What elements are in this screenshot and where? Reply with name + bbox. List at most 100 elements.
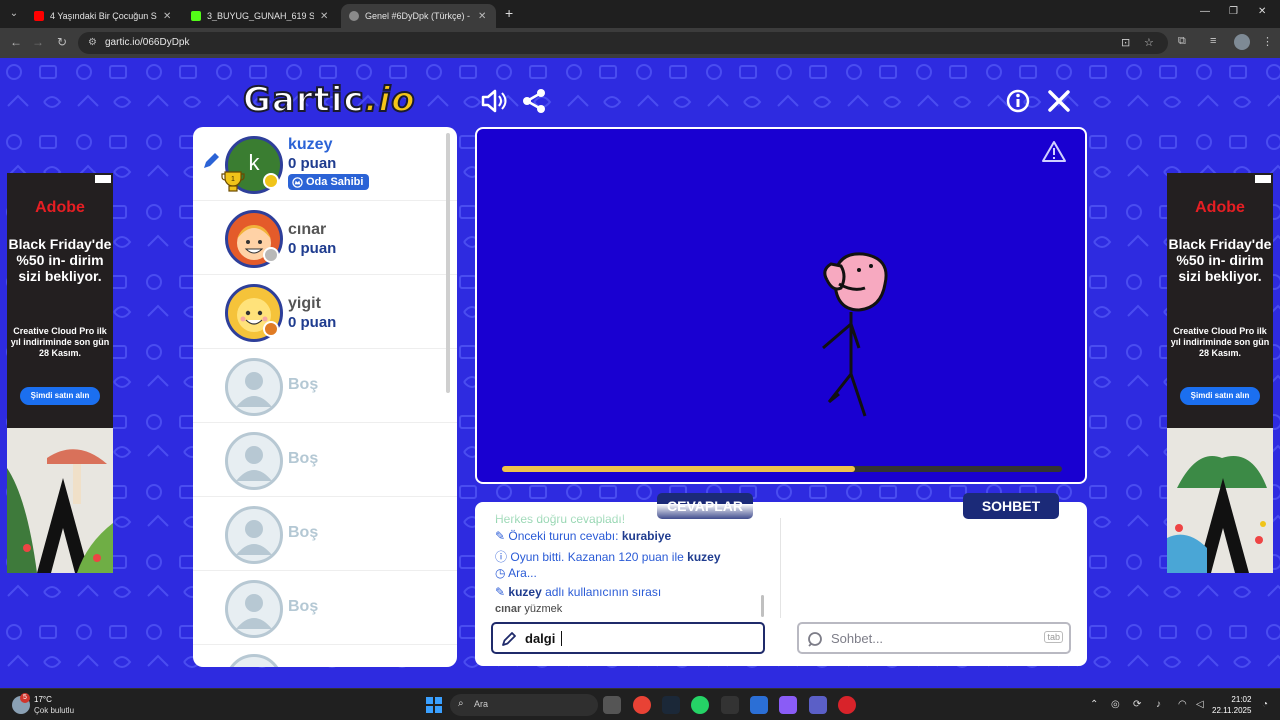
- message-turn: ✎ kuzey adlı kullanıcının sırası: [495, 585, 661, 599]
- answers-scrollbar[interactable]: [761, 595, 764, 617]
- tab-title: Genel #6DyDpk (Türkçe) - Gartic: [365, 11, 472, 21]
- tab-close-icon[interactable]: ✕: [478, 11, 488, 22]
- panel-divider: [780, 518, 781, 618]
- new-tab-button[interactable]: +: [505, 5, 513, 21]
- drawing-canvas[interactable]: [477, 129, 1085, 482]
- forward-icon[interactable]: →: [32, 35, 44, 49]
- gartic-logo[interactable]: Gartic.io: [242, 79, 416, 121]
- whatsapp-icon[interactable]: [691, 696, 709, 714]
- status-dot: [263, 321, 279, 337]
- players-scrollbar[interactable]: [446, 133, 450, 393]
- store-icon[interactable]: [750, 696, 768, 714]
- tray-app-icon[interactable]: ◎: [1111, 699, 1120, 710]
- more-menu-icon[interactable]: ⋮: [1262, 35, 1273, 48]
- owner-badge-label: Oda Sahibi: [306, 176, 364, 188]
- sound-icon[interactable]: [479, 87, 507, 115]
- taskbar-search[interactable]: ⌕ Ara: [450, 694, 598, 716]
- address-bar[interactable]: ⚙ gartic.io/066DyDpk ⊡ ☆: [78, 32, 1168, 54]
- profile-avatar[interactable]: [1234, 34, 1250, 50]
- browser-tab-3-active[interactable]: Genel #6DyDpk (Türkçe) - Gartic ✕: [341, 4, 496, 28]
- kick-favicon-icon: [191, 11, 201, 21]
- empty-slot-label: Boş: [288, 450, 319, 467]
- browser-tab-2[interactable]: 3_BUYUG_GUNAH_619 Stream ✕: [183, 4, 338, 28]
- status-dot: [263, 247, 279, 263]
- empty-slot: Boş: [193, 423, 457, 497]
- back-icon[interactable]: ←: [10, 35, 22, 49]
- chat-bubble-icon: [808, 632, 822, 647]
- url-text: gartic.io/066DyDpk: [105, 37, 190, 48]
- empty-slot-label: Boş: [288, 376, 319, 393]
- empty-avatar-icon: [225, 654, 283, 667]
- microphone-icon[interactable]: ♪: [1156, 699, 1161, 710]
- player-name: cınar: [288, 221, 327, 238]
- teams-icon[interactable]: [809, 696, 827, 714]
- answer-input[interactable]: dalgi: [491, 622, 765, 654]
- empty-slot: Boş: [193, 349, 457, 423]
- message-text: Oyun bitti. Kazanan 120 puan ile: [510, 550, 684, 564]
- epic-games-icon[interactable]: [721, 696, 739, 714]
- gartic-favicon-icon: [349, 11, 359, 21]
- message-text: yüzmek: [524, 603, 563, 615]
- pencil-icon: ✎: [495, 585, 506, 599]
- empty-slot: Boş: [193, 497, 457, 571]
- player-row-cinar[interactable]: cınar 0 puan: [193, 201, 457, 275]
- ad-headline: Black Friday'de %50 in- dirim sizi bekli…: [1168, 236, 1272, 284]
- wifi-icon[interactable]: ◠: [1178, 699, 1187, 710]
- ad-banner-left[interactable]: Adobe Black Friday'de %50 in- dirim sizi…: [7, 173, 113, 573]
- copilot-icon[interactable]: [779, 696, 797, 714]
- message-text: Ara...: [508, 566, 537, 580]
- stick-figure-drawing: [822, 252, 888, 417]
- chat-input-placeholder: Sohbet...: [831, 631, 884, 646]
- tray-sync-icon[interactable]: ⟳: [1133, 699, 1141, 710]
- install-app-icon[interactable]: ⊡: [1121, 36, 1130, 49]
- ad-cta-button[interactable]: Şimdi satın alın: [20, 387, 100, 405]
- steam-icon[interactable]: [662, 696, 680, 714]
- logo-text: Gartic: [242, 79, 365, 121]
- player-row-kuzey[interactable]: k 1 kuzey 0 puan Oda Sahibi: [193, 127, 457, 201]
- share-icon[interactable]: [520, 87, 548, 115]
- ad-banner-right[interactable]: Adobe Black Friday'de %50 in- dirim sizi…: [1167, 173, 1273, 573]
- reload-icon[interactable]: ↻: [57, 35, 67, 49]
- ad-choices-icon[interactable]: [1255, 175, 1271, 183]
- restore-icon[interactable]: ❐: [1229, 6, 1238, 17]
- info-icon[interactable]: [1004, 87, 1032, 115]
- bookmark-star-icon[interactable]: ☆: [1144, 36, 1154, 49]
- crown-icon: [292, 176, 303, 188]
- volume-icon[interactable]: ◁: [1196, 699, 1204, 710]
- task-view-icon[interactable]: [603, 696, 621, 714]
- tab-search-menu-icon[interactable]: ⌄: [6, 6, 22, 22]
- notification-bell-icon[interactable]: ◔: [1262, 699, 1268, 710]
- app-icon[interactable]: [838, 696, 856, 714]
- report-warning-icon[interactable]: [1041, 140, 1067, 164]
- tab-chat[interactable]: SOHBET: [963, 493, 1059, 519]
- players-list: k 1 kuzey 0 puan Oda Sahibi cınar 0 puan…: [193, 127, 457, 667]
- close-game-icon[interactable]: [1045, 87, 1073, 115]
- extensions-icon[interactable]: ⧉: [1178, 35, 1186, 48]
- pencil-drawing-icon: [204, 153, 219, 168]
- ad-artwork-image: [7, 428, 113, 573]
- tab-close-icon[interactable]: ✕: [163, 11, 173, 22]
- chrome-icon[interactable]: [633, 696, 651, 714]
- player-points: 0 puan: [288, 240, 337, 257]
- minimize-icon[interactable]: —: [1200, 6, 1210, 17]
- ad-choices-icon[interactable]: [95, 175, 111, 183]
- window-close-icon[interactable]: ✕: [1258, 6, 1266, 17]
- logo-suffix: .io: [364, 79, 416, 121]
- empty-slot-partial: [193, 645, 457, 667]
- site-info-icon[interactable]: ⚙: [88, 37, 97, 48]
- player-points: 0 puan: [288, 314, 337, 331]
- notification-badge: 5: [20, 693, 30, 703]
- system-clock[interactable]: 21:02 22.11.2025: [1212, 694, 1251, 716]
- tab-close-icon[interactable]: ✕: [320, 11, 330, 22]
- tray-chevron-icon[interactable]: ⌃: [1090, 699, 1098, 710]
- empty-avatar-icon: [225, 580, 283, 638]
- empty-slot-label: Boş: [288, 524, 319, 541]
- chat-input[interactable]: Sohbet... tab: [797, 622, 1071, 654]
- clock-icon: ◷: [495, 566, 506, 580]
- reading-list-icon[interactable]: ≡: [1210, 35, 1216, 47]
- player-row-yigit[interactable]: yigit 0 puan: [193, 275, 457, 349]
- ad-cta-button[interactable]: Şimdi satın alın: [1180, 387, 1260, 405]
- message-user: cınar: [495, 603, 522, 615]
- windows-start-icon[interactable]: [426, 697, 442, 713]
- browser-tab-1[interactable]: 4 Yaşındaki Bir Çocuğun Sözler ✕: [26, 4, 181, 28]
